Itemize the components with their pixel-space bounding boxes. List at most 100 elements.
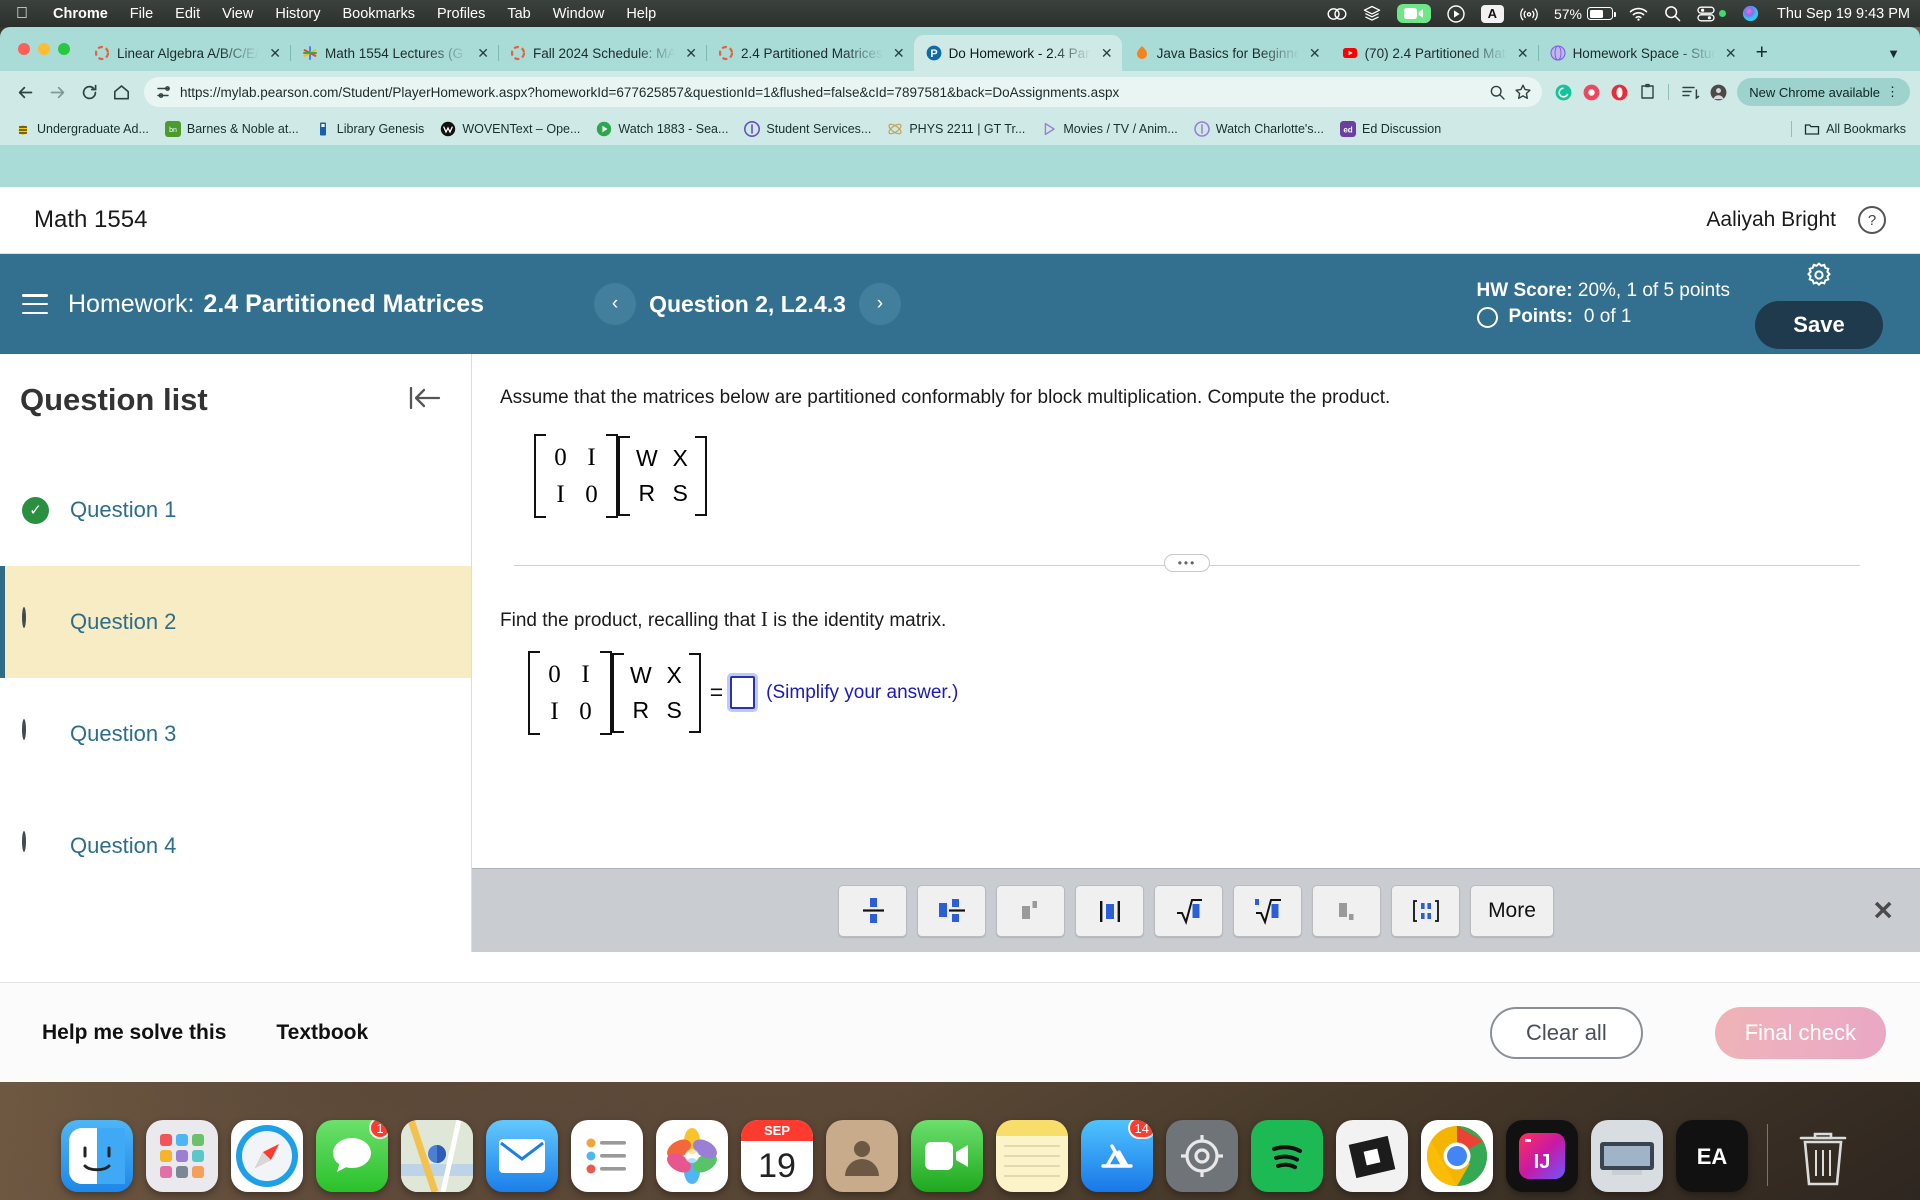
menu-item-view[interactable]: View — [211, 6, 264, 22]
extension-puzzle-icon[interactable] — [1634, 79, 1660, 105]
opera-icon[interactable] — [1606, 79, 1632, 105]
kami-icon[interactable] — [1578, 79, 1604, 105]
mixed-number-button[interactable] — [917, 884, 986, 937]
bookmark-item-5[interactable]: Student Services... — [737, 118, 878, 140]
bookmark-item-9[interactable]: ed Ed Discussion — [1333, 118, 1448, 140]
fraction-button[interactable] — [838, 884, 907, 937]
chevron-right-icon[interactable]: › — [858, 283, 901, 325]
dock-item-calendar[interactable]: SEP 19 — [741, 1120, 813, 1192]
answer-input[interactable] — [730, 676, 756, 710]
matrix-button[interactable] — [1391, 884, 1460, 937]
bookmark-item-6[interactable]: PHYS 2211 | GT Tr... — [880, 118, 1032, 140]
zoom-search-icon[interactable] — [1489, 84, 1506, 101]
help-me-solve-this-link[interactable]: Help me solve this — [42, 1021, 226, 1045]
final-check-button[interactable]: Final check — [1714, 1006, 1886, 1059]
address-bar[interactable]: https://mylab.pearson.com/Student/Player… — [144, 77, 1543, 107]
tune-icon[interactable] — [156, 84, 172, 100]
hamburger-menu-icon[interactable] — [22, 294, 48, 314]
sidebar-item-question-1[interactable]: ✓ Question 1 — [0, 454, 471, 566]
save-button[interactable]: Save — [1755, 300, 1883, 349]
grammarly-icon[interactable] — [1550, 79, 1576, 105]
tab-close-icon[interactable]: ✕ — [890, 46, 908, 60]
gear-icon[interactable] — [1804, 260, 1834, 295]
new-chrome-available-pill[interactable]: New Chrome available ⋮ — [1737, 78, 1910, 106]
tab-close-icon[interactable]: ✕ — [1306, 46, 1324, 60]
control-center-icon[interactable] — [1689, 6, 1734, 22]
close-x-icon[interactable]: ✕ — [1872, 895, 1894, 926]
sidebar-item-question-4[interactable]: Question 4 — [0, 790, 471, 902]
search-icon[interactable] — [1656, 5, 1689, 22]
close-window-button[interactable] — [18, 43, 30, 55]
apple-logo-icon[interactable]:  — [0, 5, 42, 22]
window-traffic-lights[interactable] — [12, 27, 82, 71]
dock-item-contacts[interactable] — [826, 1120, 898, 1192]
dock-item-messages[interactable]: 1 — [316, 1120, 388, 1192]
dock-item-photos[interactable] — [656, 1120, 728, 1192]
star-outline-icon[interactable] — [1514, 83, 1532, 101]
dock-item-reminders[interactable] — [571, 1120, 643, 1192]
menu-bar-clock[interactable]: Thu Sep 19 9:43 PM — [1767, 6, 1910, 22]
absolute-value-button[interactable] — [1075, 884, 1144, 937]
chevron-down-icon[interactable]: ▼ — [1877, 46, 1910, 61]
camera-video-icon[interactable] — [1389, 4, 1439, 23]
menu-item-window[interactable]: Window — [542, 6, 616, 22]
dock-item-launchpad[interactable] — [146, 1120, 218, 1192]
reading-list-icon[interactable] — [1677, 79, 1703, 105]
bookmark-item-1[interactable]: bn Barnes & Noble at... — [158, 118, 306, 140]
tab-close-icon[interactable]: ✕ — [1514, 46, 1532, 60]
divider-expand-button[interactable]: ••• — [1164, 554, 1210, 573]
menu-item-tab[interactable]: Tab — [496, 6, 541, 22]
browser-tab-5[interactable]: Java Basics for Beginner ✕ — [1122, 35, 1330, 71]
exponent-button[interactable] — [996, 884, 1065, 937]
sidebar-item-question-2[interactable]: Question 2 — [0, 566, 471, 678]
textbook-link[interactable]: Textbook — [276, 1021, 368, 1045]
bookmark-item-0[interactable]: Undergraduate Ad... — [8, 118, 156, 140]
dock-item-notes[interactable] — [996, 1120, 1068, 1192]
siri-icon[interactable] — [1734, 5, 1767, 22]
dock-item-facetime[interactable] — [911, 1120, 983, 1192]
dock-item-safari[interactable] — [231, 1120, 303, 1192]
sidebar-item-question-3[interactable]: Question 3 — [0, 678, 471, 790]
dock-item-chrome[interactable] — [1421, 1120, 1493, 1192]
menu-item-file[interactable]: File — [119, 6, 164, 22]
layers-icon[interactable] — [1355, 5, 1389, 22]
all-bookmarks-button[interactable]: All Bookmarks — [1785, 121, 1912, 137]
more-button[interactable]: More — [1470, 884, 1554, 937]
tab-close-icon[interactable]: ✕ — [1098, 46, 1116, 60]
dock-item-maps[interactable] — [401, 1120, 473, 1192]
clear-all-button[interactable]: Clear all — [1490, 1006, 1643, 1059]
dock-item-system-settings[interactable] — [1166, 1120, 1238, 1192]
menu-item-bookmarks[interactable]: Bookmarks — [331, 6, 426, 22]
menu-item-help[interactable]: Help — [615, 6, 667, 22]
home-icon[interactable] — [106, 77, 136, 107]
battery-status[interactable]: 57% — [1546, 6, 1621, 22]
bookmark-item-7[interactable]: Movies / TV / Anim... — [1034, 118, 1184, 140]
reload-icon[interactable] — [74, 77, 104, 107]
dock-item-roblox[interactable] — [1336, 1120, 1408, 1192]
bookmark-item-3[interactable]: WOVENText – Ope... — [433, 118, 587, 140]
bookmark-item-8[interactable]: Watch Charlotte's... — [1187, 118, 1331, 140]
minimize-window-button[interactable] — [38, 43, 50, 55]
collapse-left-icon[interactable] — [405, 383, 443, 418]
bookmark-item-2[interactable]: Library Genesis — [308, 118, 432, 140]
browser-tab-1[interactable]: Math 1554 Lectures (G S ✕ — [290, 35, 499, 71]
chevron-left-icon[interactable]: ‹ — [594, 283, 637, 325]
menu-item-profiles[interactable]: Profiles — [426, 6, 496, 22]
browser-tab-4-active[interactable]: P Do Homework - 2.4 Part ✕ — [913, 35, 1122, 71]
tab-close-icon[interactable]: ✕ — [1722, 46, 1740, 60]
dock-item-mail[interactable] — [486, 1120, 558, 1192]
new-tab-button[interactable]: + — [1746, 35, 1778, 71]
dock-item-app-store[interactable]: 14 — [1081, 1120, 1153, 1192]
tab-close-icon[interactable]: ✕ — [266, 46, 284, 60]
three-dot-menu-icon[interactable]: ⋮ — [1886, 84, 1900, 100]
dock-item-screenshot[interactable] — [1591, 1120, 1663, 1192]
character-a-icon[interactable]: A — [1473, 4, 1512, 23]
forward-arrow-icon[interactable] — [42, 77, 72, 107]
dock-item-ea-app[interactable]: EA — [1676, 1120, 1748, 1192]
square-root-button[interactable] — [1154, 884, 1223, 937]
dock-item-spotify[interactable] — [1251, 1120, 1323, 1192]
menu-item-chrome[interactable]: Chrome — [42, 6, 119, 22]
tab-close-icon[interactable]: ✕ — [682, 46, 700, 60]
creative-cloud-icon[interactable] — [1319, 6, 1355, 22]
browser-tab-2[interactable]: Fall 2024 Schedule: MAT ✕ — [498, 35, 707, 71]
